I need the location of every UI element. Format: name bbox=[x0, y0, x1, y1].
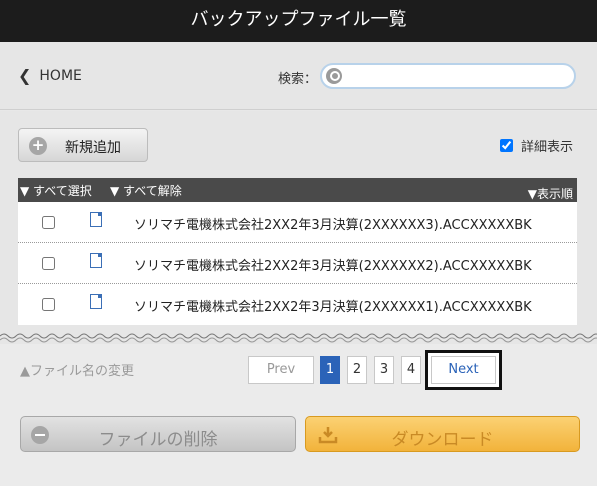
search-input[interactable] bbox=[346, 67, 566, 85]
next-page-label: Next bbox=[431, 356, 496, 384]
list-rows: ソリマチ電機株式会社2XX2年3月決算(2XXXXXX3).ACCXXXXXBK… bbox=[18, 202, 577, 325]
list-item[interactable]: ソリマチ電機株式会社2XX2年3月決算(2XXXXXX1).ACCXXXXXBK bbox=[18, 284, 577, 325]
sort-order-link[interactable]: ▼表示順 bbox=[528, 185, 573, 202]
file-name: ソリマチ電機株式会社2XX2年3月決算(2XXXXXX3).ACCXXXXXBK bbox=[134, 218, 532, 233]
prev-page-button[interactable]: Prev bbox=[248, 356, 314, 384]
home-link[interactable]: ❮ HOME bbox=[18, 66, 82, 85]
select-all-link[interactable]: ▼ すべて選択 bbox=[20, 182, 92, 199]
list-item[interactable]: ソリマチ電機株式会社2XX2年3月決算(2XXXXXX2).ACCXXXXXBK bbox=[18, 243, 577, 284]
row-checkbox[interactable] bbox=[42, 257, 55, 270]
page-1-button[interactable]: 1 bbox=[320, 356, 340, 384]
torn-edge-divider bbox=[0, 330, 597, 344]
search-icon bbox=[326, 68, 342, 84]
page-3-button[interactable]: 3 bbox=[374, 356, 394, 384]
page-4-button[interactable]: 4 bbox=[401, 356, 421, 384]
download-button[interactable]: ダウンロード bbox=[305, 416, 580, 452]
file-name: ソリマチ電機株式会社2XX2年3月決算(2XXXXXX1).ACCXXXXXBK bbox=[134, 300, 532, 315]
plus-icon: + bbox=[29, 137, 47, 155]
next-page-button[interactable]: Next bbox=[425, 350, 502, 390]
add-new-label: 新規追加 bbox=[65, 140, 121, 156]
document-icon bbox=[90, 294, 102, 309]
pagination: Prev 1 2 3 4 Next bbox=[0, 344, 597, 404]
detail-toggle[interactable]: 詳細表示 bbox=[500, 136, 573, 155]
row-checkbox[interactable] bbox=[42, 298, 55, 311]
page-title: バックアップファイル一覧 bbox=[0, 0, 597, 42]
file-name: ソリマチ電機株式会社2XX2年3月決算(2XXXXXX2).ACCXXXXXBK bbox=[134, 259, 532, 274]
download-label: ダウンロード bbox=[391, 430, 494, 450]
delete-file-button[interactable]: ファイルの削除 bbox=[20, 416, 296, 452]
page-2-button[interactable]: 2 bbox=[347, 356, 367, 384]
document-icon bbox=[90, 212, 102, 227]
file-list: ▼ すべて選択 ▼ すべて解除 ▼表示順 ソリマチ電機株式会社2XX2年3月決算… bbox=[18, 178, 577, 325]
search-label: 検索： bbox=[278, 72, 318, 87]
delete-file-label: ファイルの削除 bbox=[98, 430, 218, 450]
deselect-all-link[interactable]: ▼ すべて解除 bbox=[110, 182, 182, 199]
add-new-button[interactable]: + 新規追加 bbox=[18, 128, 148, 162]
list-header: ▼ すべて選択 ▼ すべて解除 ▼表示順 bbox=[18, 178, 577, 202]
detail-label: 詳細表示 bbox=[521, 140, 574, 155]
document-icon bbox=[90, 253, 102, 268]
bottom-panel: ▲ファイル名の変更 Prev 1 2 3 4 Next ファイルの削除 ダウンロ… bbox=[0, 344, 597, 486]
chevron-left-icon: ❮ bbox=[18, 66, 32, 85]
search-box[interactable] bbox=[320, 63, 576, 89]
main-panel: + 新規追加 詳細表示 ▼ すべて選択 ▼ すべて解除 ▼表示順 ソリマチ電機株… bbox=[0, 111, 597, 486]
row-checkbox[interactable] bbox=[42, 216, 55, 229]
nav-bar: ❮ HOME 検索： bbox=[0, 42, 597, 110]
home-label: HOME bbox=[39, 67, 82, 84]
detail-checkbox[interactable] bbox=[500, 139, 513, 152]
list-item[interactable]: ソリマチ電機株式会社2XX2年3月決算(2XXXXXX3).ACCXXXXXBK bbox=[18, 202, 577, 243]
